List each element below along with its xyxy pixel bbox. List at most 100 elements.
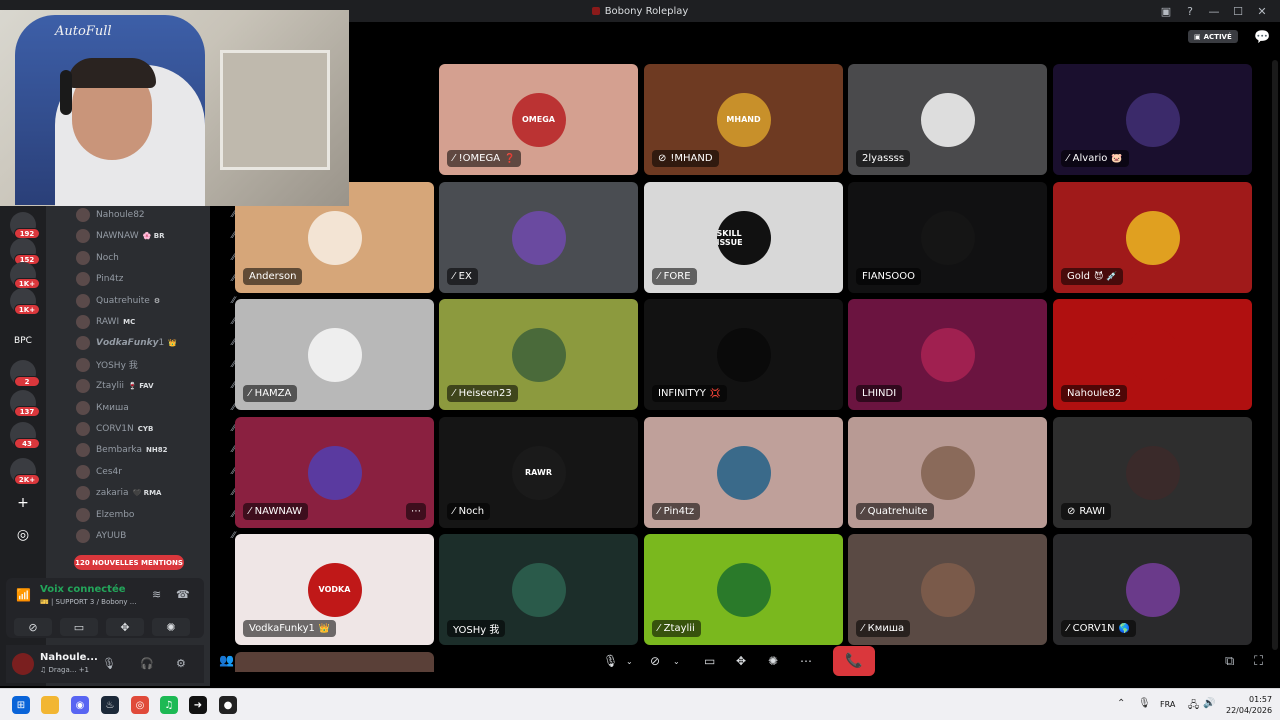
- participant-tile[interactable]: VODKA VodkaFunky1 👑: [235, 534, 434, 645]
- participant-tile[interactable]: ⊘ RAWI: [1053, 417, 1252, 528]
- participant-tile[interactable]: 2lyassss: [848, 64, 1047, 175]
- screen-share-icon[interactable]: ▣: [1154, 0, 1178, 22]
- participant-tile[interactable]: ⁄ NAWNAW ⋯: [235, 417, 434, 528]
- steam-icon[interactable]: ♨: [101, 696, 119, 714]
- window-title: Bobony Roleplay: [591, 6, 688, 17]
- discord-icon[interactable]: ◉: [71, 696, 89, 714]
- participant-avatar: [1125, 327, 1180, 382]
- chrome-icon[interactable]: ◎: [131, 696, 149, 714]
- participant-label: ⁄ HAMZA: [243, 385, 298, 402]
- invite-user-icon[interactable]: 👥: [219, 653, 234, 667]
- participant-avatar: [1125, 92, 1180, 147]
- windows-taskbar: ⊞ ◉ ♨ ◎ ♫ ➜ ● ⌃ 🎙 FRA 🖧 🔊 01:57 22/04/20…: [0, 688, 1280, 720]
- grid-scrollbar[interactable]: [1272, 60, 1278, 650]
- file-explorer-icon[interactable]: [41, 696, 59, 714]
- participant-label: ⁄ Heiseen23: [447, 385, 518, 402]
- network-icon[interactable]: 🖧: [1188, 698, 1199, 715]
- participant-tile[interactable]: LHINDI: [848, 299, 1047, 410]
- participant-tile[interactable]: RAWR ⁄ Noch: [439, 417, 638, 528]
- share-screen-button[interactable]: ▭: [704, 650, 715, 672]
- app-icon: [591, 7, 600, 15]
- participant-tile[interactable]: SKILL ISSUE ⁄ FORE: [644, 182, 843, 293]
- participant-tile[interactable]: ⁄ Кмиша: [848, 534, 1047, 645]
- participant-tile[interactable]: ⁄ HAMZA: [235, 299, 434, 410]
- app-icon-game[interactable]: ●: [219, 696, 237, 714]
- participant-name: FORE: [663, 271, 691, 282]
- participant-name: NAWNAW: [254, 506, 302, 517]
- participant-name: !OMEGA: [458, 153, 501, 164]
- tray-mic-icon[interactable]: 🎙: [1138, 698, 1151, 709]
- tile-more-options-icon[interactable]: ⋯: [406, 503, 426, 520]
- camera-off-icon: ⊘: [650, 654, 661, 668]
- participant-tile[interactable]: ⁄ CORV1N 🌎: [1053, 534, 1252, 645]
- participant-avatar: [920, 562, 975, 617]
- minimize-button[interactable]: —: [1202, 0, 1226, 22]
- muted-mic-icon: ⁄: [862, 623, 864, 634]
- participant-name: 2lyassss: [862, 153, 905, 164]
- participant-label: ⁄ FORE: [652, 268, 697, 285]
- participant-label: Anderson: [243, 268, 303, 285]
- participant-tile[interactable]: ⁄ Quatrehuite: [848, 417, 1047, 528]
- participant-avatar: [920, 327, 975, 382]
- activities-call-button[interactable]: ✥: [736, 650, 746, 672]
- participant-label: ⁄ Noch: [447, 503, 491, 520]
- participant-avatar: [1125, 562, 1180, 617]
- language-indicator[interactable]: FRA: [1160, 700, 1175, 709]
- participant-label: Gold 😈 💉: [1061, 268, 1124, 285]
- close-button[interactable]: ✕: [1250, 0, 1274, 22]
- participant-tile[interactable]: ⁄ EX: [439, 182, 638, 293]
- volume-icon[interactable]: 🔊: [1203, 698, 1215, 709]
- participant-tile[interactable]: Gold 😈 💉: [1053, 182, 1252, 293]
- microphone-icon: 🎙: [603, 654, 619, 668]
- participant-name: Ztaylii: [663, 623, 695, 634]
- participant-avatar: [920, 210, 975, 265]
- participant-label: ⊘ RAWI: [1061, 503, 1112, 520]
- participant-name: Quatrehuite: [867, 506, 928, 517]
- participant-tile[interactable]: YOSHy 我: [439, 534, 638, 645]
- fullscreen-icon[interactable]: ⛶: [1254, 654, 1263, 669]
- mute-mic-button[interactable]: 🎙: [603, 650, 618, 672]
- soundboard-call-button[interactable]: ✺: [768, 650, 778, 672]
- more-options-button[interactable]: ⋯: [800, 650, 812, 672]
- participant-tile[interactable]: ⁄ Alvario 🐷: [1053, 64, 1252, 175]
- participant-avatar: [716, 327, 771, 382]
- system-clock[interactable]: 01:57 22/04/2026: [1226, 694, 1272, 716]
- participant-emoji: 🐷: [1111, 153, 1123, 164]
- app-icon-arrow[interactable]: ➜: [189, 696, 207, 714]
- maximize-button[interactable]: ☐: [1226, 0, 1250, 22]
- participant-tile[interactable]: MHAND ⊘ !MHAND: [644, 64, 843, 175]
- hang-up-button[interactable]: 📞: [833, 646, 875, 676]
- popout-icon[interactable]: ⧉: [1225, 654, 1234, 669]
- participant-name: Gold: [1067, 271, 1090, 282]
- participant-label: YOSHy 我: [447, 620, 506, 637]
- participant-name: LHINDI: [862, 388, 897, 399]
- camera-options-chevron-icon[interactable]: ⌄: [673, 650, 680, 672]
- participant-tile[interactable]: ⁄ Pin4tz: [644, 417, 843, 528]
- participant-label: LHINDI: [856, 385, 903, 402]
- camera-toggle-button[interactable]: ⊘: [650, 650, 660, 672]
- participant-tile[interactable]: ⁄ Ztaylii: [644, 534, 843, 645]
- activity-badge[interactable]: ▣ ACTIVÉ: [1188, 30, 1238, 43]
- participant-avatar: [920, 445, 975, 500]
- participant-tile[interactable]: Nahoule82: [1053, 299, 1252, 410]
- muted-mic-icon: ⁄: [1067, 623, 1069, 634]
- webcam-overlay: AutoFull: [0, 10, 349, 206]
- participant-tile[interactable]: OMEGA ⁄ !OMEGA ❓: [439, 64, 638, 175]
- chat-bubble-icon[interactable]: 💬: [1254, 30, 1270, 45]
- help-icon[interactable]: ?: [1178, 0, 1202, 22]
- participant-label: ⁄ Pin4tz: [652, 503, 701, 520]
- participant-tile[interactable]: INFINITYY 💢: [644, 299, 843, 410]
- participant-tile[interactable]: FIANSOOO: [848, 182, 1047, 293]
- mic-options-chevron-icon[interactable]: ⌄: [626, 650, 633, 672]
- participant-tile-partial[interactable]: [235, 652, 434, 672]
- participant-avatar: [307, 445, 362, 500]
- muted-mic-icon: ⁄: [453, 153, 455, 164]
- window-controls: ▣ ? — ☐ ✕: [1154, 0, 1274, 22]
- participant-label: ⁄ NAWNAW: [243, 503, 308, 520]
- participant-avatar: [1125, 210, 1180, 265]
- participant-tile[interactable]: ⁄ Heiseen23: [439, 299, 638, 410]
- tray-chevron-icon[interactable]: ⌃: [1117, 698, 1125, 709]
- start-icon[interactable]: ⊞: [12, 696, 30, 714]
- participant-label: ⁄ Quatrehuite: [856, 503, 934, 520]
- spotify-icon[interactable]: ♫: [160, 696, 178, 714]
